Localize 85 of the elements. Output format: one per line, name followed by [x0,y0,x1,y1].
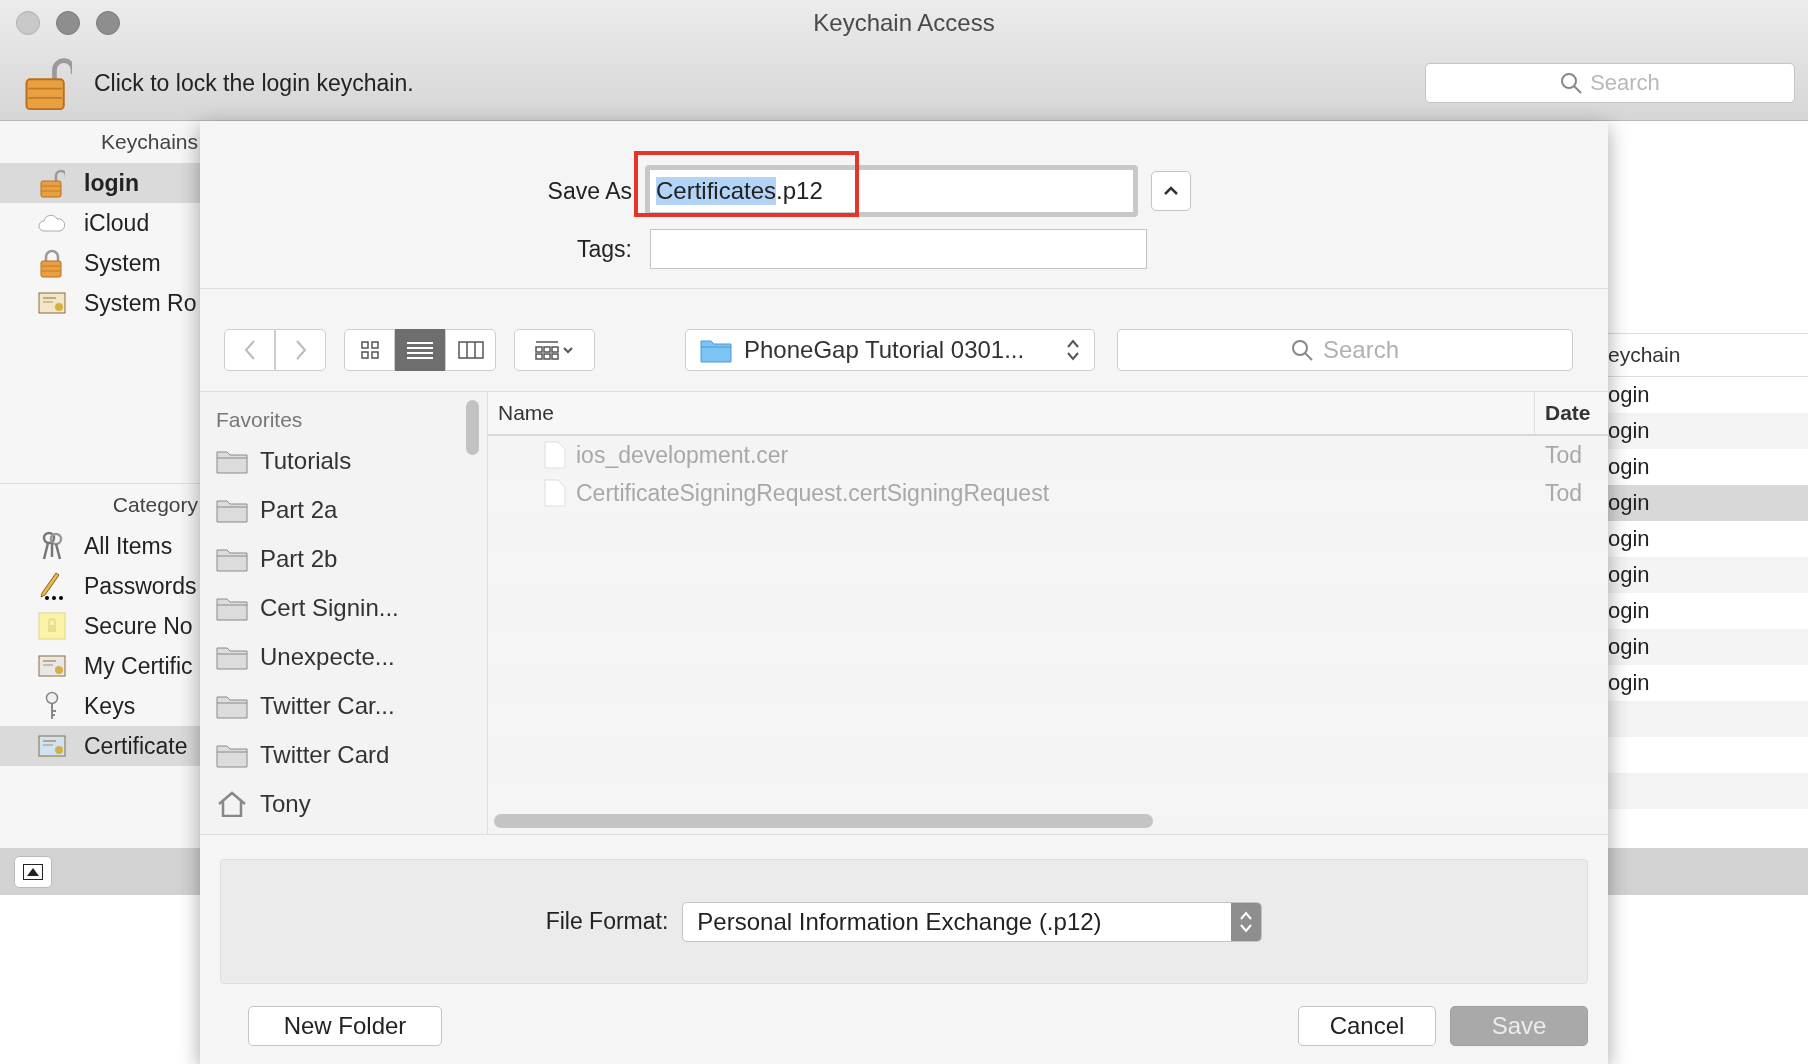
file-name: ios_development.cer [576,441,789,469]
document-icon [544,479,566,507]
arrange-button[interactable] [514,329,595,371]
favorites-item[interactable]: Tutorials [200,436,487,485]
home-icon [216,790,248,817]
file-format-dropdown[interactable]: Personal Information Exchange (.p12) [682,901,1263,942]
dialog-button[interactable]: New Folder [248,1006,442,1046]
certificate-icon [38,734,66,758]
table-row[interactable]: ogin [1608,521,1808,557]
sidebar-item[interactable]: Secure No [0,606,200,646]
favorites-item[interactable]: Tony [200,779,487,828]
certificate-icon [38,291,66,315]
view-mode-button[interactable] [395,329,445,371]
arrange-icon [534,340,575,360]
table-row[interactable]: ogin [1608,665,1808,701]
section-header: Category [111,492,199,518]
filename-field[interactable]: Certificates.p12 [645,165,1138,217]
table-row[interactable]: ogin [1608,557,1808,593]
collapse-button[interactable] [1151,171,1191,211]
table-row[interactable] [1608,773,1808,809]
sidebar-item[interactable]: login [0,163,200,203]
sidebar-item[interactable]: iCloud [0,203,200,243]
show-info-button[interactable] [14,855,52,888]
forward-icon [294,339,307,361]
list-icon [407,341,433,359]
field-label: File Format: [545,908,669,935]
caret-icon [1163,186,1179,196]
sidebar-item[interactable]: System Ro [0,283,200,323]
back-button[interactable] [224,329,275,371]
favorites-item[interactable]: Cert Signin... [200,583,487,632]
sidebar-item[interactable]: All Items [0,526,200,566]
lock-label: Click to lock the login keychain. [94,69,415,97]
column-header[interactable]: Name [488,392,1535,434]
certificate-icon [38,654,66,678]
columns-icon [457,341,484,359]
search-icon [1290,339,1313,361]
pencil-icon [38,571,66,601]
table-row[interactable]: ogin [1608,485,1808,521]
forward-button[interactable] [275,329,326,371]
dialog-button[interactable]: Cancel [1298,1006,1436,1046]
lock-icon [39,248,65,278]
updown-arrows-icon [1239,909,1254,934]
sidebar-item[interactable]: Certificate [0,726,200,766]
favorites-item[interactable]: Part 2a [200,485,487,534]
close-button[interactable] [16,11,40,35]
document-icon [544,441,566,469]
file-name: CertificateSigningRequest.certSigningRequest [576,479,1050,507]
section-header: Keychains [100,129,199,155]
note-icon [38,612,66,640]
file-date: Tod [1544,479,1583,507]
table-row[interactable]: ogin [1608,413,1808,449]
favorites-item[interactable]: Part 2b [200,534,487,583]
favorites-item[interactable]: Twitter Card [200,730,487,779]
key-icon [43,691,61,721]
folder-icon [700,337,732,363]
sidebar-item[interactable]: System [0,243,200,283]
cloud-icon [37,213,67,233]
favorites-item[interactable]: Unexpecte... [200,632,487,681]
column-header[interactable]: Date [1535,392,1608,434]
zoom-button[interactable] [96,11,120,35]
grid-icon [360,341,379,359]
section-header: Favorites [216,408,303,432]
scrollbar-thumb[interactable] [494,814,1153,828]
sidebar-item[interactable]: My Certific [0,646,200,686]
scrollbar-thumb[interactable] [466,400,479,455]
updown-arrows-icon [1066,338,1080,362]
favorites-item[interactable]: Twitter Car... [200,681,487,730]
tags-field[interactable] [650,229,1147,269]
file-date: Tod [1544,441,1583,469]
table-row[interactable] [1608,701,1808,737]
sidebar-item[interactable]: Passwords [0,566,200,606]
table-row[interactable]: ogin [1608,593,1808,629]
window-title: Keychain Access [813,9,995,36]
field-label: Save As [546,177,632,205]
location-popup[interactable]: PhoneGap Tutorial 0301... [685,329,1095,371]
table-row[interactable]: ogin [1608,377,1808,413]
minimize-button[interactable] [56,11,80,35]
keys-icon [40,531,64,561]
table-row[interactable]: ogin [1608,629,1808,665]
sidebar-item[interactable]: Keys [0,686,200,726]
back-icon [243,339,256,361]
search-icon [1560,72,1583,94]
table-row[interactable]: ogin [1608,449,1808,485]
field-label: Tags: [576,235,632,263]
open-lock-icon [39,168,65,198]
